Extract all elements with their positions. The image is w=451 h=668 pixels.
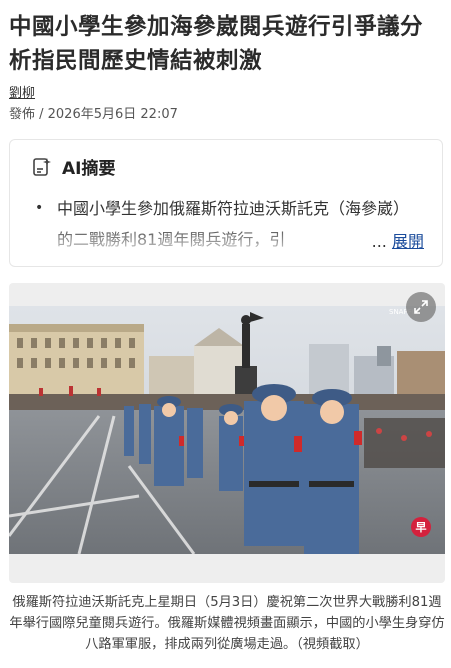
ai-summary-card: AI摘要 • 中國小學生參加俄羅斯符拉迪沃斯託克（海參崴）的二戰勝利81週年閱兵… [9, 139, 443, 267]
bullet-icon: • [35, 200, 44, 216]
ellipsis: ... [371, 232, 387, 251]
author-link[interactable]: 劉柳 [9, 82, 35, 101]
fullscreen-button[interactable] [406, 292, 436, 322]
ai-summary-title: AI摘要 [62, 159, 116, 179]
article-photo[interactable]: 早 SNAPFLY [9, 283, 445, 583]
document-sparkle-icon [33, 157, 51, 176]
expand-arrows-icon [414, 300, 428, 314]
text-fade [35, 227, 415, 255]
article-headline: 中國小學生參加海參崴閱兵遊行引爭議分析指民間歷史情結被刺激 [9, 14, 424, 74]
parade-photo: 早 SNAPFLY [9, 306, 445, 554]
watermark: 早 [416, 521, 427, 534]
ai-summary-expand[interactable]: ... 展開 [367, 228, 424, 252]
ai-summary-body: • 中國小學生參加俄羅斯符拉迪沃斯託克（海參崴）的二戰勝利81週年閱兵遊行，引 [35, 193, 415, 255]
ai-summary-header: AI摘要 [32, 154, 115, 179]
expand-link[interactable]: 展開 [392, 232, 424, 251]
photo-caption: 俄羅斯符拉迪沃斯託克上星期日（5月3日）慶祝第二次世界大戰勝利81週年舉行國際兒… [9, 595, 445, 652]
publish-date: 發佈 / 2026年5月6日 22:07 [9, 107, 178, 122]
